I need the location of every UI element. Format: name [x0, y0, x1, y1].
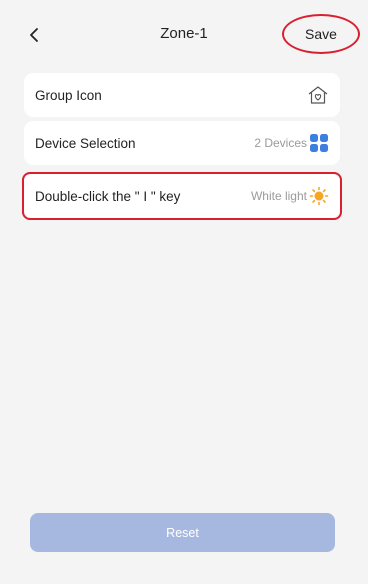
- device-selection-label: Device Selection: [35, 135, 136, 151]
- group-icon-label: Group Icon: [35, 87, 102, 103]
- home-heart-icon: [307, 84, 329, 106]
- save-button[interactable]: Save: [282, 14, 360, 54]
- save-label: Save: [305, 26, 337, 42]
- reset-label: Reset: [166, 525, 199, 540]
- group-icon-row[interactable]: Group Icon: [24, 73, 340, 117]
- light-mode-value: White light: [250, 189, 307, 203]
- reset-button[interactable]: Reset: [30, 513, 335, 552]
- grid-icon: [309, 133, 329, 153]
- sun-icon: [309, 186, 329, 206]
- device-selection-row[interactable]: Device Selection 2 Devices: [24, 121, 340, 165]
- double-click-key-label: Double-click the " I " key: [35, 188, 181, 204]
- header-bar: Zone-1 Save: [0, 0, 368, 66]
- device-count-value: 2 Devices: [254, 136, 307, 150]
- double-click-key-row[interactable]: Double-click the " I " key White light: [24, 174, 340, 218]
